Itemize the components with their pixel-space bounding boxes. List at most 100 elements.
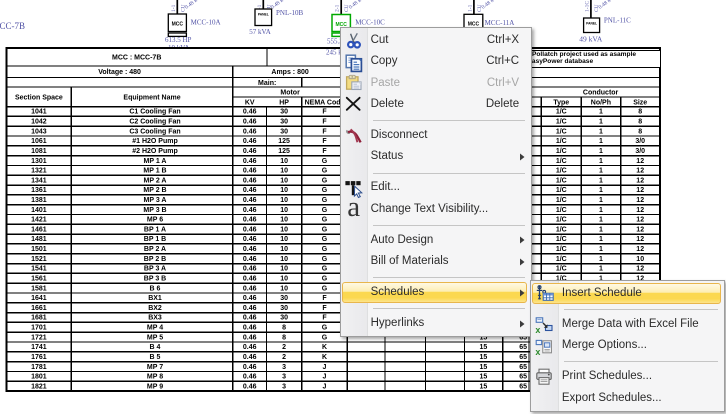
svg-text:F: F (322, 305, 327, 312)
svg-text:0.46: 0.46 (243, 197, 257, 204)
svg-text:0.48 kV: 0.48 kV (598, 0, 616, 11)
svg-text:12: 12 (636, 207, 644, 214)
svg-text:G: G (322, 285, 328, 292)
svg-text:1321: 1321 (31, 168, 47, 175)
svg-text:G: G (322, 207, 328, 214)
svg-text:1: 1 (599, 177, 603, 184)
svg-text:G: G (322, 217, 328, 224)
svg-text:MP 2 A: MP 2 A (144, 177, 167, 184)
svg-text:1/C: 1/C (556, 246, 567, 253)
svg-text:1821: 1821 (31, 383, 47, 390)
svg-text:F: F (322, 315, 327, 322)
svg-text:8: 8 (638, 109, 642, 116)
svg-text:0.46: 0.46 (243, 177, 257, 184)
svg-text:3/0: 3/0 (635, 138, 645, 145)
svg-text:1/C: 1/C (556, 168, 567, 175)
svg-text:125: 125 (278, 138, 290, 145)
svg-text:Conductor: Conductor (583, 90, 619, 97)
svg-text:1701: 1701 (31, 325, 47, 332)
svg-text:MCC-10A: MCC-10A (191, 18, 221, 26)
svg-text:BP 2 A: BP 2 A (144, 246, 166, 253)
svg-text:65: 65 (519, 374, 527, 381)
svg-text:1/C: 1/C (556, 148, 567, 155)
svg-text:10: 10 (636, 256, 644, 263)
svg-text:0.48 kV: 0.48 kV (348, 0, 366, 11)
svg-text:MP 3 A: MP 3 A (144, 197, 167, 204)
svg-text:MCC-11A: MCC-11A (485, 19, 515, 27)
svg-text:1/C: 1/C (556, 256, 567, 263)
svg-text:J: J (323, 383, 327, 390)
svg-text:G: G (322, 168, 328, 175)
svg-text:0.46: 0.46 (243, 275, 257, 282)
svg-text:613.5 HP: 613.5 HP (165, 36, 192, 44)
svg-text:G: G (322, 246, 328, 253)
svg-text:F: F (322, 148, 327, 155)
svg-text:BX1: BX1 (148, 295, 162, 302)
svg-text:2-1: 2-1 (335, 4, 341, 12)
svg-text:1/C: 1/C (556, 197, 567, 204)
svg-text:1: 1 (599, 168, 603, 175)
svg-text:1/C: 1/C (556, 226, 567, 233)
svg-text:K: K (322, 344, 327, 351)
svg-text:0.46: 0.46 (243, 354, 257, 361)
svg-text:1741: 1741 (31, 344, 47, 351)
svg-text:0.46: 0.46 (243, 374, 257, 381)
svg-text:0.46: 0.46 (243, 226, 257, 233)
svg-text:BP 3 A: BP 3 A (144, 266, 166, 273)
svg-text:1/C: 1/C (556, 207, 567, 214)
svg-text:NEMA Code: NEMA Code (305, 99, 345, 106)
svg-text:0.46: 0.46 (243, 383, 257, 390)
svg-text:1761: 1761 (31, 354, 47, 361)
svg-text:12: 12 (636, 197, 644, 204)
svg-text:30: 30 (280, 295, 288, 302)
svg-text:57 kVA: 57 kVA (249, 28, 270, 36)
svg-text:BX2: BX2 (148, 305, 162, 312)
svg-text:0.46: 0.46 (243, 364, 257, 371)
svg-text:Size: Size (633, 99, 647, 106)
svg-text:0.48 kV: 0.48 kV (184, 0, 202, 11)
svg-text:30: 30 (280, 109, 288, 116)
svg-text:G: G (322, 266, 328, 273)
svg-text:1801: 1801 (31, 374, 47, 381)
svg-text:1: 1 (599, 226, 603, 233)
svg-text:J: J (323, 364, 327, 371)
svg-text:#1 H2O Pump: #1 H2O Pump (132, 138, 178, 145)
svg-text:30: 30 (280, 128, 288, 135)
svg-text:B 5: B 5 (150, 354, 161, 361)
svg-text:No/Ph: No/Ph (591, 99, 611, 106)
svg-text:10: 10 (280, 236, 288, 243)
svg-text:1481: 1481 (31, 236, 47, 243)
svg-text:MCC-7B: MCC-7B (0, 21, 25, 31)
svg-text:C3 Cooling Fan: C3 Cooling Fan (129, 128, 180, 135)
svg-text:G: G (322, 177, 328, 184)
svg-text:10: 10 (280, 158, 288, 165)
svg-text:1361: 1361 (31, 187, 47, 194)
svg-text:2: 2 (282, 354, 286, 361)
svg-text:30: 30 (280, 119, 288, 126)
svg-text:MP 7: MP 7 (147, 364, 163, 371)
svg-text:1-1: 1-1 (467, 4, 473, 12)
svg-text:1: 1 (599, 187, 603, 194)
svg-text:F: F (322, 109, 327, 116)
svg-text:1421: 1421 (31, 217, 47, 224)
svg-text:0.46: 0.46 (243, 305, 257, 312)
svg-text:15: 15 (480, 383, 488, 390)
svg-text:C2 Cooling Fan: C2 Cooling Fan (129, 119, 180, 126)
svg-text:0.46: 0.46 (243, 158, 257, 165)
svg-text:15: 15 (480, 354, 488, 361)
svg-text:0.48 kV: 0.48 kV (481, 0, 499, 11)
svg-text:PANEL: PANEL (258, 13, 269, 17)
svg-text:MP 8: MP 8 (147, 374, 163, 381)
svg-text:BP 3 B: BP 3 B (144, 275, 166, 282)
svg-text:G: G (322, 158, 328, 165)
svg-text:1061: 1061 (31, 138, 47, 145)
svg-text:1521: 1521 (31, 256, 47, 263)
svg-text:2: 2 (282, 344, 286, 351)
svg-text:1043: 1043 (31, 128, 47, 135)
svg-text:BP 2 B: BP 2 B (144, 256, 166, 263)
svg-text:1-1: 1-1 (171, 4, 177, 12)
svg-text:PNL-11C: PNL-11C (604, 17, 631, 25)
svg-text:8: 8 (282, 325, 286, 332)
svg-text:J: J (323, 374, 327, 381)
svg-text:Amps : 800: Amps : 800 (271, 69, 308, 76)
